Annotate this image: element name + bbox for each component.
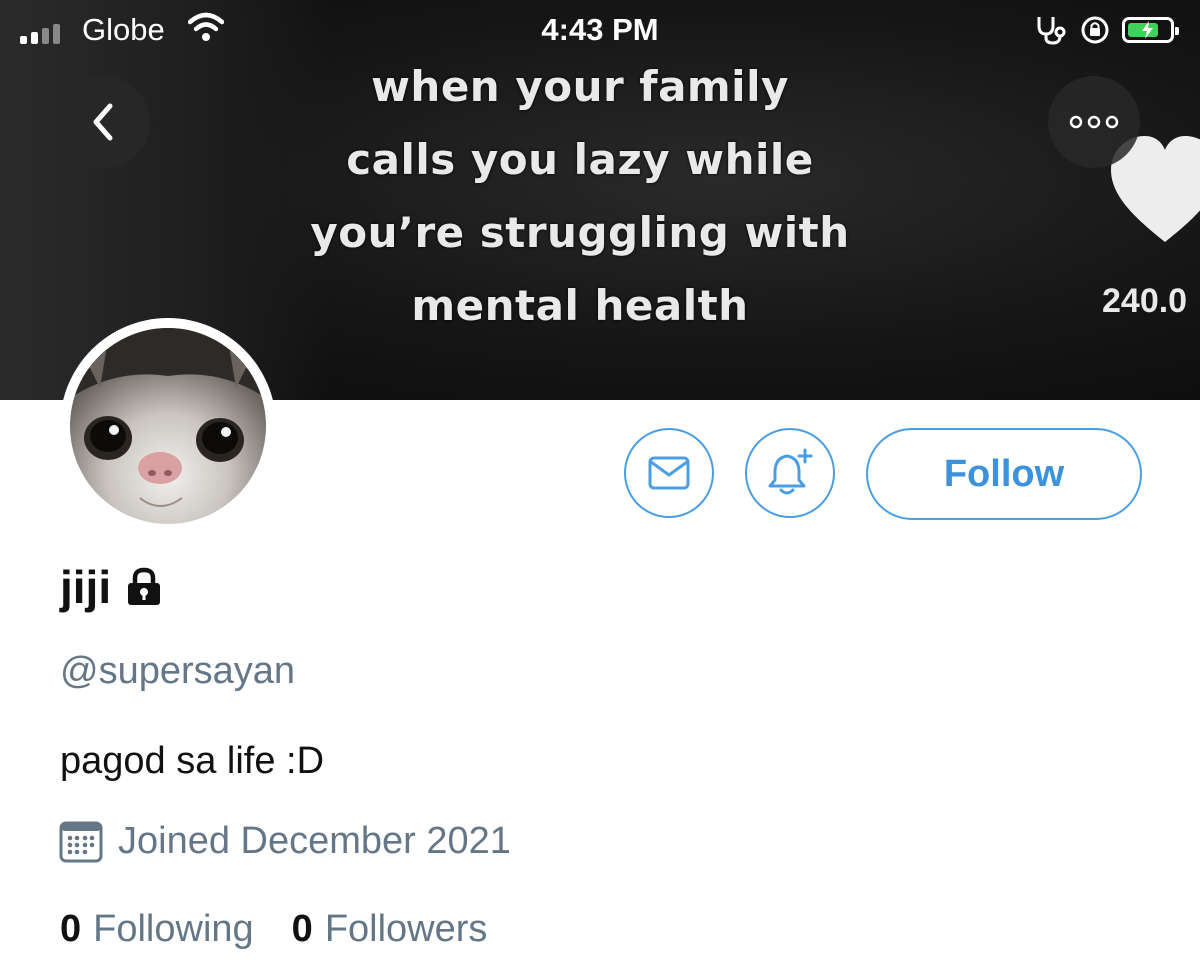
profile-bio: pagod sa life :D (60, 740, 325, 782)
status-icons (1034, 14, 1179, 46)
joined-date: Joined December 2021 (58, 818, 511, 864)
chevron-left-icon (93, 103, 113, 141)
meme-line: you’re struggling with (310, 208, 850, 257)
followers-label: Followers (324, 908, 488, 950)
rotation-lock-icon (1081, 16, 1109, 44)
back-button[interactable] (58, 76, 150, 168)
profile-name-row: jiji (60, 560, 163, 614)
more-options-button[interactable] (1048, 76, 1140, 168)
stethoscope-icon (1037, 17, 1066, 45)
meme-line: mental health (411, 281, 749, 330)
message-button[interactable] (624, 428, 714, 518)
like-count: 240.0 (1102, 282, 1188, 320)
status-bar: Globe 4:43 PM (0, 0, 1200, 62)
display-name: jiji (60, 561, 112, 613)
calendar-icon (59, 821, 103, 863)
profile-handle: @supersayan (60, 650, 296, 692)
avatar[interactable] (60, 318, 276, 534)
following-label: Following (93, 908, 254, 950)
mail-icon (648, 456, 690, 490)
cat-avatar-image (70, 328, 266, 524)
bell-plus-icon (768, 448, 813, 495)
lock-icon (128, 567, 161, 605)
status-time: 4:43 PM (541, 12, 659, 47)
follow-stats: 0 Following 0 Followers (60, 908, 525, 951)
follow-button[interactable]: Follow (866, 428, 1142, 520)
following-count: 0 (60, 908, 82, 950)
more-icon (1069, 115, 1119, 129)
joined-text: Joined December 2021 (118, 819, 511, 862)
followers-count: 0 (291, 908, 313, 950)
battery-icon (1122, 17, 1179, 43)
notifications-button[interactable] (745, 428, 835, 518)
following-stat[interactable]: 0 Following (60, 908, 254, 951)
meme-line: calls you lazy while (346, 135, 814, 184)
banner-meme-text: when your family calls you lazy while yo… (270, 50, 890, 342)
followers-stat[interactable]: 0 Followers (292, 908, 488, 951)
